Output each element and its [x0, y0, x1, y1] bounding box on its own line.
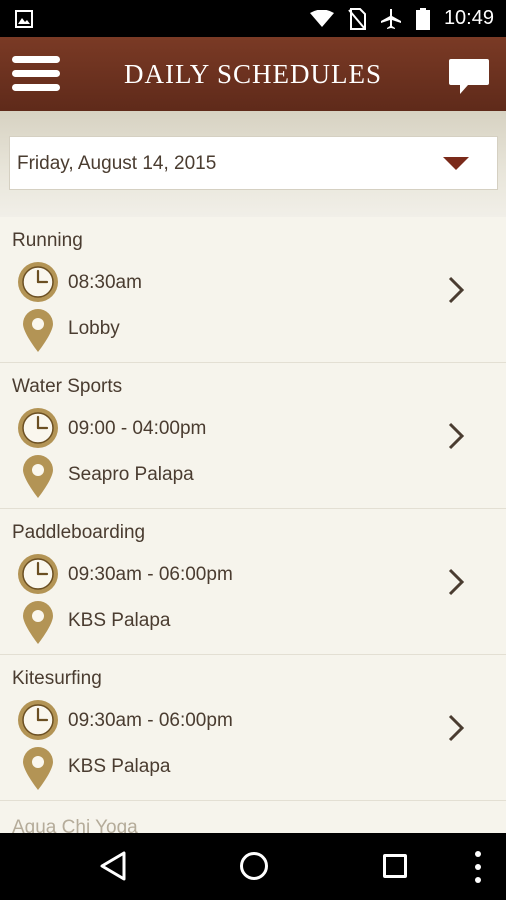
more-icon[interactable] — [474, 851, 482, 883]
location-pin-icon — [23, 601, 53, 644]
date-dropdown[interactable]: Friday, August 14, 2015 — [9, 136, 498, 190]
activity-name: Running — [12, 230, 83, 251]
activity-location: KBS Palapa — [68, 756, 171, 777]
location-pin-icon — [23, 309, 53, 352]
recents-icon[interactable] — [383, 854, 407, 878]
activity-time: 08:30am — [68, 272, 142, 293]
activity-time: 09:30am - 06:00pm — [68, 564, 233, 585]
dropdown-arrow-icon — [443, 157, 469, 170]
schedule-item[interactable]: Water Sports 09:00 - 04:00pm Seapro Pala… — [0, 363, 506, 509]
page-title: DAILY SCHEDULES — [123, 59, 383, 89]
schedule-list: Running 08:30am Lobby Water Sports 09:00… — [0, 217, 506, 833]
clock-icon — [18, 700, 58, 740]
airplane-icon — [380, 8, 401, 29]
clock-icon — [18, 408, 58, 448]
clock-icon — [18, 554, 58, 594]
status-bar: 10:49 — [0, 0, 506, 37]
app-header: DAILY SCHEDULES — [0, 37, 506, 111]
schedule-item[interactable]: Paddleboarding 09:30am - 06:00pm KBS Pal… — [0, 509, 506, 655]
activity-name: Water Sports — [12, 376, 123, 397]
location-pin-icon — [23, 747, 53, 790]
date-selector-band: Friday, August 14, 2015 — [0, 111, 506, 217]
chevron-right-icon — [448, 568, 465, 596]
clock-icon — [18, 262, 58, 302]
location-pin-icon — [23, 455, 53, 498]
activity-time: 09:00 - 04:00pm — [68, 418, 207, 439]
system-nav-bar — [0, 833, 506, 900]
selected-date: Friday, August 14, 2015 — [17, 153, 217, 174]
schedule-item[interactable]: Running 08:30am Lobby — [0, 217, 506, 363]
wifi-icon — [309, 9, 334, 27]
activity-name: Paddleboarding — [12, 522, 146, 543]
activity-name-partial[interactable]: Aqua Chi Yoga — [12, 817, 138, 833]
chevron-right-icon — [448, 422, 465, 450]
back-icon[interactable] — [98, 850, 128, 882]
chevron-right-icon — [448, 276, 465, 304]
schedule-item[interactable]: Kitesurfing 09:30am - 06:00pm KBS Palapa — [0, 655, 506, 801]
activity-time: 09:30am - 06:00pm — [68, 710, 233, 731]
battery-icon — [415, 7, 430, 30]
clock-time: 10:49 — [443, 7, 494, 29]
activity-location: KBS Palapa — [68, 610, 171, 631]
chevron-right-icon — [448, 714, 465, 742]
no-sim-icon — [348, 7, 366, 30]
activity-location: Seapro Palapa — [68, 464, 194, 485]
activity-name: Kitesurfing — [12, 668, 102, 689]
image-icon — [15, 10, 33, 28]
home-icon[interactable] — [240, 852, 268, 880]
activity-location: Lobby — [68, 318, 120, 339]
chat-icon[interactable] — [448, 57, 490, 97]
